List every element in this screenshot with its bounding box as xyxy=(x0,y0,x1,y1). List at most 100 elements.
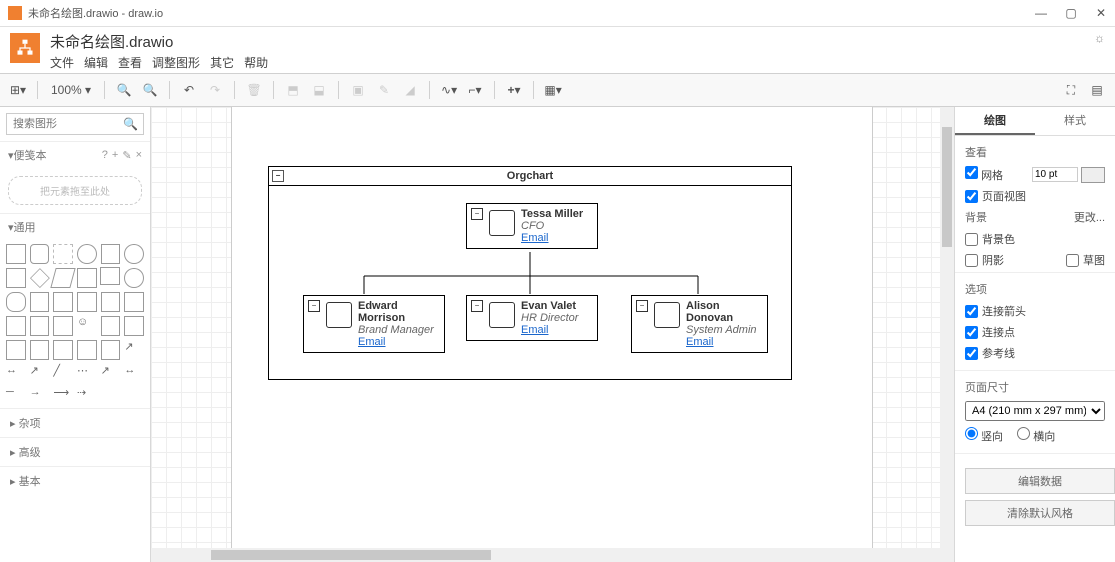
shape-and[interactable] xyxy=(124,316,144,336)
scratchpad-header[interactable]: ▾ 便笺本 ? + ✎ × xyxy=(0,141,150,168)
menu-view[interactable]: 查看 xyxy=(118,54,142,71)
linecolor-icon[interactable]: ✎ xyxy=(374,80,394,100)
general-shapes-header[interactable]: ▾ 通用 xyxy=(0,213,150,240)
shape-ellipse[interactable] xyxy=(77,244,97,264)
shape-conn1[interactable]: ─ xyxy=(6,386,26,404)
fold-icon[interactable]: − xyxy=(471,208,483,220)
menu-edit[interactable]: 编辑 xyxy=(84,54,108,71)
redo-icon[interactable]: ↷ xyxy=(205,80,225,100)
shadow-icon[interactable]: ◢ xyxy=(400,80,420,100)
org-node-root[interactable]: − Tessa Miller CFO Email xyxy=(466,203,598,249)
change-bg-link[interactable]: 更改... xyxy=(1074,209,1105,225)
shape-step[interactable] xyxy=(101,292,121,312)
edit-data-button[interactable]: 编辑数据 xyxy=(965,468,1115,494)
shape-note[interactable] xyxy=(30,316,50,336)
scratchpad-drop-hint[interactable]: 把元素拖至此处 xyxy=(8,176,142,205)
guides-checkbox[interactable] xyxy=(965,347,978,360)
search-icon[interactable]: 🔍 xyxy=(123,117,138,131)
shape-arrow2[interactable]: ↔ xyxy=(6,364,26,382)
undo-icon[interactable]: ↶ xyxy=(179,80,199,100)
shape-arrow3[interactable]: ↗ xyxy=(30,364,50,382)
shape-line4[interactable]: ↔ xyxy=(124,364,144,382)
menu-file[interactable]: 文件 xyxy=(50,54,74,71)
misc-shapes-header[interactable]: ▸ 杂项 xyxy=(0,408,150,437)
shape-conn3[interactable]: ⟶ xyxy=(53,386,73,404)
add-icon[interactable]: + xyxy=(112,149,118,161)
shape-arrow1[interactable]: ↗ xyxy=(124,340,144,358)
fold-icon[interactable]: − xyxy=(272,170,284,182)
shape-circle[interactable] xyxy=(124,244,144,264)
shape-trap[interactable] xyxy=(124,292,144,312)
shape-line3[interactable]: ↗ xyxy=(101,364,121,382)
canvas-vscrollbar[interactable] xyxy=(940,107,954,562)
shape-cube[interactable] xyxy=(30,340,50,360)
shape-diamond[interactable] xyxy=(30,268,50,288)
email-link[interactable]: Email xyxy=(358,336,438,348)
arrows-checkbox[interactable] xyxy=(965,305,978,318)
shape-line1[interactable]: ╱ xyxy=(53,364,73,382)
zoomin-icon[interactable]: 🔍 xyxy=(114,80,134,100)
canvas[interactable]: − Orgchart − Tessa Miller CFO Email − xyxy=(151,107,954,562)
shadow-checkbox[interactable] xyxy=(965,254,978,267)
menu-arrange[interactable]: 调整图形 xyxy=(152,54,200,71)
edit-icon[interactable]: ✎ xyxy=(122,149,131,162)
shape-cylinder[interactable] xyxy=(124,268,144,288)
document-title[interactable]: 未命名绘图.drawio xyxy=(50,31,268,52)
landscape-radio[interactable] xyxy=(1017,427,1030,440)
minimize-button[interactable]: — xyxy=(1035,6,1047,20)
advanced-shapes-header[interactable]: ▸ 高级 xyxy=(0,437,150,466)
help-icon[interactable]: ? xyxy=(102,149,108,161)
email-link[interactable]: Email xyxy=(686,336,761,348)
fold-icon[interactable]: − xyxy=(308,300,320,312)
shape-process[interactable] xyxy=(6,268,26,288)
basic-shapes-header[interactable]: ▸ 基本 xyxy=(0,466,150,495)
toback-icon[interactable]: ⬓ xyxy=(309,80,329,100)
insert-icon[interactable]: +▾ xyxy=(504,80,524,100)
shape-cloud[interactable] xyxy=(6,292,26,312)
fold-icon[interactable]: − xyxy=(471,300,483,312)
shape-line2[interactable]: ⋯ xyxy=(77,364,97,382)
org-node-child-0[interactable]: − Edward Morrison Brand Manager Email xyxy=(303,295,445,353)
shape-square[interactable] xyxy=(101,244,121,264)
shape-trap2[interactable] xyxy=(77,340,97,360)
grid-size-input[interactable] xyxy=(1032,167,1078,182)
close-icon[interactable]: × xyxy=(136,149,142,161)
clear-default-button[interactable]: 清除默认风格 xyxy=(965,500,1115,526)
grid-color-swatch[interactable] xyxy=(1081,167,1105,183)
email-link[interactable]: Email xyxy=(521,232,583,244)
sketch-checkbox[interactable] xyxy=(1066,254,1079,267)
shape-triangle[interactable] xyxy=(101,268,119,284)
bgcolor-checkbox[interactable] xyxy=(965,233,978,246)
fillcolor-icon[interactable]: ▣ xyxy=(348,80,368,100)
shape-rounded[interactable] xyxy=(30,244,50,264)
shape-text[interactable] xyxy=(53,244,73,264)
canvas-hscrollbar[interactable] xyxy=(151,548,954,562)
portrait-radio[interactable] xyxy=(965,427,978,440)
shape-card2[interactable] xyxy=(77,292,97,312)
points-checkbox[interactable] xyxy=(965,326,978,339)
shape-callout[interactable] xyxy=(53,316,73,336)
tofront-icon[interactable]: ⬒ xyxy=(283,80,303,100)
shape-frame[interactable] xyxy=(101,340,121,360)
pageview-checkbox[interactable] xyxy=(965,190,978,203)
menu-extras[interactable]: 其它 xyxy=(210,54,234,71)
email-link[interactable]: Email xyxy=(521,324,578,336)
shape-tape[interactable] xyxy=(6,316,26,336)
org-node-child-2[interactable]: − Alison Donovan System Admin Email xyxy=(631,295,768,353)
sidebar-toggle-icon[interactable]: ⊞▾ xyxy=(8,80,28,100)
zoom-selector[interactable]: 100% ▾ xyxy=(47,83,95,97)
shape-step2[interactable] xyxy=(53,340,73,360)
shape-card[interactable] xyxy=(53,292,73,312)
tab-style[interactable]: 样式 xyxy=(1035,107,1115,135)
shape-doc[interactable] xyxy=(30,292,50,312)
fold-icon[interactable]: − xyxy=(636,300,648,312)
connection-icon[interactable]: ∿▾ xyxy=(439,80,459,100)
shape-hex[interactable] xyxy=(77,268,97,288)
shape-rect[interactable] xyxy=(6,244,26,264)
maximize-button[interactable]: ▢ xyxy=(1065,6,1077,20)
zoomout-icon[interactable]: 🔍 xyxy=(140,80,160,100)
table-icon[interactable]: ▦▾ xyxy=(543,80,563,100)
shape-or[interactable] xyxy=(101,316,121,336)
menu-help[interactable]: 帮助 xyxy=(244,54,268,71)
org-node-child-1[interactable]: − Evan Valet HR Director Email xyxy=(466,295,598,341)
